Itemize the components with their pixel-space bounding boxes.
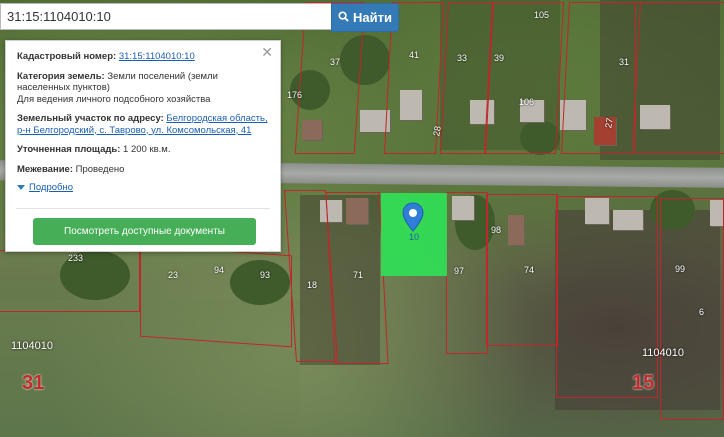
- search-input[interactable]: [0, 3, 331, 30]
- district-number: 15: [632, 372, 655, 394]
- divider: [16, 208, 270, 209]
- plot-number: 27: [603, 117, 615, 129]
- search-icon: [338, 10, 349, 25]
- plot-number: 18: [307, 280, 318, 290]
- plot-number: 98: [491, 225, 502, 235]
- plot-number: 176: [287, 90, 303, 100]
- plot-number: 74: [524, 265, 535, 275]
- plot-number: 31: [619, 57, 630, 67]
- plot-number: 93: [260, 270, 271, 280]
- more-details-toggle[interactable]: Подробно: [17, 182, 270, 193]
- area-row: Уточненная площадь: 1 200 кв.м.: [17, 144, 171, 155]
- plot-number: 37: [330, 57, 341, 67]
- more-details-link[interactable]: Подробно: [29, 182, 73, 193]
- address-row: Земельный участок по адресу: Белгородска…: [17, 113, 268, 136]
- area-value: 1 200 кв.м.: [123, 144, 171, 155]
- cadastral-number-row: Кадастровый номер: 31:15:1104010:10: [17, 51, 195, 62]
- plot-number: 94: [214, 265, 225, 275]
- plot-number: 10: [409, 232, 420, 242]
- plot-number: 105: [534, 10, 550, 20]
- plot-number: 41: [409, 50, 420, 60]
- plot-number: 33: [457, 53, 468, 63]
- cadastral-block-label: 1104010: [642, 347, 685, 359]
- caret-down-icon: [17, 185, 25, 190]
- plot-number: 28: [431, 125, 443, 137]
- parcel-info-panel: ✕ Кадастровый номер: 31:15:1104010:10 Ка…: [5, 40, 281, 252]
- search-button[interactable]: Найти: [331, 3, 399, 32]
- close-icon[interactable]: ✕: [261, 44, 273, 61]
- plot-number: 71: [353, 270, 364, 280]
- plot-number: 6: [699, 307, 705, 317]
- district-number: 31: [22, 372, 45, 394]
- plot-number: 99: [675, 264, 686, 274]
- view-documents-button[interactable]: Посмотреть доступные документы: [33, 218, 256, 245]
- plot-number: 97: [454, 266, 465, 276]
- plot-number: 39: [494, 53, 505, 63]
- land-usage-value: Для ведения личного подсобного хозяйства: [17, 93, 211, 105]
- map-marker-icon[interactable]: [402, 202, 424, 232]
- survey-row: Межевание: Проведено: [17, 163, 125, 175]
- survey-value: Проведено: [75, 163, 125, 175]
- plot-number: 106: [519, 97, 535, 107]
- search-bar: Найти: [0, 3, 399, 32]
- plot-number: 233: [68, 253, 84, 263]
- plot-number: 23: [168, 270, 179, 280]
- land-category-row: Категория земель: Земли поселений (земли…: [17, 70, 218, 105]
- cadastral-number-link[interactable]: 31:15:1104010:10: [119, 51, 195, 62]
- search-button-label: Найти: [353, 10, 392, 25]
- cadastral-block-label: 1104010: [11, 340, 54, 352]
